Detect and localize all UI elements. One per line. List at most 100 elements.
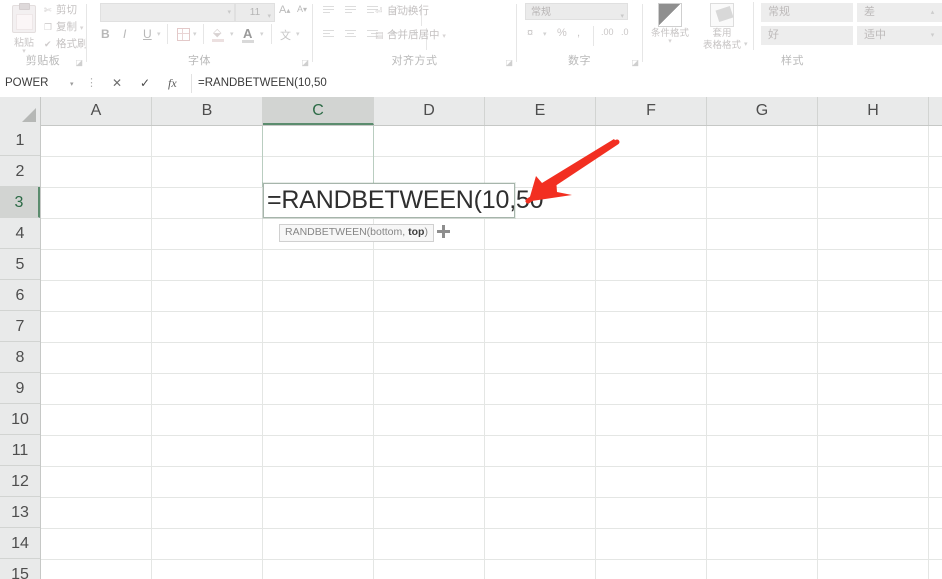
- number-format-combobox[interactable]: 常规 ▾: [525, 3, 628, 20]
- borders-icon[interactable]: [177, 28, 190, 41]
- copy-dropdown-caret-icon[interactable]: ▾: [80, 25, 84, 32]
- row-header-13[interactable]: 13: [0, 497, 40, 528]
- row-header-8[interactable]: 8: [0, 342, 40, 373]
- underline-caret-icon[interactable]: ▾: [157, 30, 161, 38]
- copy-icon: ❐: [44, 22, 53, 32]
- select-all-corner[interactable]: [0, 97, 41, 125]
- increase-font-size-button[interactable]: A▴: [279, 4, 290, 16]
- row-header-9[interactable]: 9: [0, 373, 40, 404]
- font-name-combobox[interactable]: ▾: [100, 3, 235, 22]
- align-middle-button[interactable]: [345, 6, 358, 17]
- merge-center-caret-icon[interactable]: ▾: [442, 33, 446, 40]
- active-column-indicator: [262, 126, 263, 187]
- column-header-h[interactable]: H: [818, 97, 929, 125]
- format-as-table-label-line1: 套用: [712, 28, 732, 39]
- cell-editor-c3[interactable]: =RANDBETWEEN(10,50: [263, 183, 544, 218]
- currency-format-icon[interactable]: ¤: [527, 27, 533, 39]
- row-header-4[interactable]: 4: [0, 218, 40, 249]
- mouse-cursor-icon: [437, 225, 450, 238]
- row-header-14[interactable]: 14: [0, 528, 40, 559]
- decrease-decimal-icon[interactable]: .0: [621, 27, 629, 37]
- align-left-button[interactable]: [323, 30, 336, 41]
- decrease-font-size-button[interactable]: A▾: [297, 4, 307, 14]
- wrap-text-icon: ⏎: [375, 6, 383, 16]
- name-box-caret-icon[interactable]: ▾: [70, 80, 74, 88]
- cut-button[interactable]: ✄ 剪切: [44, 2, 77, 17]
- font-size-caret-icon[interactable]: ▾: [267, 8, 271, 25]
- phonetic-guide-icon[interactable]: 文: [280, 27, 291, 43]
- conditional-formatting-button[interactable]: 条件格式 ▾: [647, 3, 693, 45]
- row-header-6[interactable]: 6: [0, 280, 40, 311]
- fill-color-caret-icon[interactable]: ▾: [230, 30, 234, 38]
- worksheet-grid: A B C D E F G H 1 2 3 4 5 6 7 8 9 10 11 …: [0, 97, 942, 579]
- conditional-formatting-caret-icon[interactable]: ▾: [647, 38, 693, 45]
- row-header-11[interactable]: 11: [0, 435, 40, 466]
- styles-group-label: 样式: [781, 55, 804, 67]
- clipboard-dialog-launcher-icon[interactable]: ◪: [75, 58, 83, 67]
- fill-color-icon[interactable]: ⬙: [213, 26, 221, 39]
- column-header-f[interactable]: F: [596, 97, 707, 125]
- row-header-1[interactable]: 1: [0, 125, 40, 156]
- format-painter-button[interactable]: ✔ 格式刷: [44, 36, 88, 51]
- format-as-table-label-line2: 表格格式: [702, 40, 741, 51]
- phonetic-guide-caret-icon[interactable]: ▾: [296, 30, 300, 38]
- cell-style-normal[interactable]: 常规: [761, 3, 853, 22]
- percent-style-icon[interactable]: %: [557, 27, 567, 39]
- paste-button[interactable]: 粘贴 ▾: [4, 3, 44, 55]
- number-format-caret-icon[interactable]: ▾: [620, 8, 624, 25]
- insert-function-icon[interactable]: fx: [168, 71, 177, 96]
- format-as-table-caret-icon[interactable]: ▾: [744, 40, 748, 48]
- format-as-table-icon: [710, 3, 734, 27]
- merge-center-button[interactable]: ▤ 合并后居中 ▾: [375, 27, 446, 42]
- column-header-b[interactable]: B: [152, 97, 263, 125]
- formula-input[interactable]: =RANDBETWEEN(10,50: [198, 71, 942, 96]
- currency-caret-icon[interactable]: ▾: [543, 30, 547, 38]
- format-as-table-button[interactable]: 套用 表格格式: [699, 3, 745, 51]
- row-header-7[interactable]: 7: [0, 311, 40, 342]
- row-header-5[interactable]: 5: [0, 249, 40, 280]
- column-header-a[interactable]: A: [41, 97, 152, 125]
- scissors-icon: ✄: [44, 5, 52, 15]
- function-argument-tooltip: RANDBETWEEN(bottom, top): [279, 224, 434, 242]
- copy-button[interactable]: ❐ 复制 ▾: [44, 19, 83, 34]
- column-header-d[interactable]: D: [374, 97, 485, 125]
- cell-styles-scroll-down-icon[interactable]: ▾: [927, 26, 938, 45]
- column-header-c[interactable]: C: [263, 97, 374, 125]
- conditional-formatting-icon: [658, 3, 682, 27]
- row-header-12[interactable]: 12: [0, 466, 40, 497]
- font-size-combobox[interactable]: 11 ▾: [235, 3, 275, 22]
- row-header-2[interactable]: 2: [0, 156, 40, 187]
- increase-decimal-icon[interactable]: .00: [601, 27, 614, 37]
- ribbon-group-number: 常规 ▾ ¤ ▾ % , .00 .0 数字 ◪: [517, 0, 642, 70]
- font-color-caret-icon[interactable]: ▾: [260, 30, 264, 38]
- borders-caret-icon[interactable]: ▾: [193, 30, 197, 38]
- row-header-10[interactable]: 10: [0, 404, 40, 435]
- align-center-button[interactable]: [345, 30, 358, 41]
- font-color-icon[interactable]: A: [243, 26, 252, 41]
- accept-formula-icon[interactable]: ✓: [140, 71, 150, 96]
- italic-button[interactable]: I: [123, 27, 126, 41]
- font-name-caret-icon[interactable]: ▾: [227, 8, 231, 16]
- cell-styles-scroll-up-icon[interactable]: ▴: [927, 3, 938, 22]
- font-dialog-launcher-icon[interactable]: ◪: [301, 58, 309, 67]
- column-header-g[interactable]: G: [707, 97, 818, 125]
- name-box[interactable]: POWER: [0, 71, 80, 96]
- cut-label: 剪切: [56, 4, 77, 16]
- cancel-formula-icon[interactable]: ✕: [112, 71, 122, 96]
- row-header-3[interactable]: 3: [0, 187, 40, 218]
- column-header-e[interactable]: E: [485, 97, 596, 125]
- align-top-button[interactable]: [323, 6, 336, 17]
- tooltip-suffix: ): [424, 226, 428, 238]
- bold-button[interactable]: B: [101, 27, 110, 41]
- row-header-15[interactable]: 15: [0, 559, 40, 579]
- ribbon: 粘贴 ▾ ✄ 剪切 ❐ 复制 ▾ ✔ 格式刷 剪贴板 ◪ ▾ 11 ▾ A▴ A…: [0, 0, 942, 72]
- cell-style-good[interactable]: 好: [761, 26, 853, 45]
- alignment-dialog-launcher-icon[interactable]: ◪: [505, 58, 513, 67]
- font-group-label: 字体: [188, 55, 211, 67]
- wrap-text-button[interactable]: ⏎ 自动换行: [375, 3, 429, 18]
- underline-button[interactable]: U: [143, 27, 152, 41]
- comma-style-icon[interactable]: ,: [577, 27, 580, 39]
- number-dialog-launcher-icon[interactable]: ◪: [631, 58, 639, 67]
- name-box-value: POWER: [5, 77, 49, 89]
- merge-cells-icon: ▤: [375, 30, 384, 40]
